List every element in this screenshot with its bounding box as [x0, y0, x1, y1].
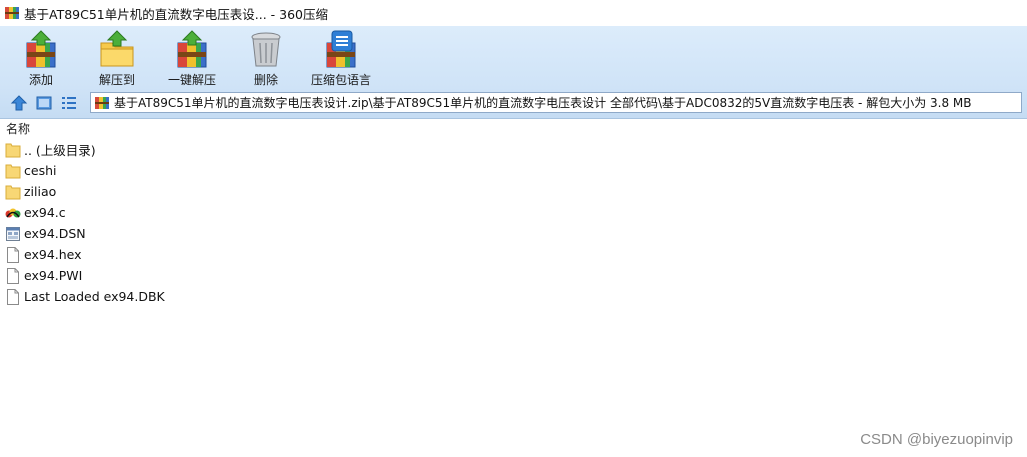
delete-button[interactable]: 删除	[246, 26, 286, 88]
file-name: ceshi	[24, 163, 57, 178]
file-name: Last Loaded ex94.DBK	[24, 289, 165, 304]
path-field[interactable]: 基于AT89C51单片机的直流数字电压表设计.zip\基于AT89C51单片机的…	[90, 92, 1022, 113]
add-archive-icon	[26, 30, 56, 68]
extract-to-icon	[100, 30, 134, 67]
folder-icon	[5, 143, 21, 157]
extract-to-label: 解压到	[98, 73, 135, 87]
archive-language-icon	[326, 30, 356, 68]
archive-language-label: 压缩包语言	[310, 73, 371, 87]
add-label: 添加	[28, 73, 53, 87]
zip-archive-icon	[95, 96, 109, 109]
delete-bin-icon	[251, 32, 281, 67]
list-item-folder[interactable]: ceshi	[0, 160, 1027, 181]
toolbar: 添加 解压到 一键解压 删除 压缩包语言	[0, 26, 1027, 88]
path-text: 基于AT89C51单片机的直流数字电压表设计.zip\基于AT89C51单片机的…	[114, 96, 972, 110]
folder-icon	[5, 185, 21, 199]
archive-language-button[interactable]: 压缩包语言	[308, 26, 374, 88]
blank-file-icon	[7, 246, 19, 263]
one-click-extract-icon	[177, 30, 207, 68]
list-item-file[interactable]: ex94.DSN	[0, 223, 1027, 244]
file-name: ex94.c	[24, 205, 66, 220]
list-view-icon[interactable]	[60, 94, 78, 112]
c-source-file-icon	[5, 208, 21, 217]
folder-icon	[5, 164, 21, 178]
list-item-file[interactable]: ex94.c	[0, 202, 1027, 223]
window-title: 基于AT89C51单片机的直流数字电压表设... - 360压缩	[24, 6, 328, 22]
thumbnail-view-icon[interactable]	[35, 94, 53, 112]
delete-label: 删除	[253, 73, 278, 87]
file-name: ex94.hex	[24, 247, 82, 262]
file-name: .. (上级目录)	[24, 143, 96, 158]
blank-file-icon	[7, 267, 19, 284]
title-bar: 基于AT89C51单片机的直流数字电压表设... - 360压缩	[0, 0, 1027, 26]
add-button[interactable]: 添加	[20, 26, 62, 88]
archive-app-icon	[5, 7, 19, 19]
name-column-header[interactable]: 名称	[6, 120, 30, 137]
file-name: ziliao	[24, 184, 57, 199]
one-click-extract-label: 一键解压	[167, 73, 216, 87]
list-item-file[interactable]: ex94.PWI	[0, 265, 1027, 286]
list-item-file[interactable]: ex94.hex	[0, 244, 1027, 265]
extract-to-button[interactable]: 解压到	[94, 26, 140, 88]
list-item-folder[interactable]: ziliao	[0, 181, 1027, 202]
blank-file-icon	[7, 288, 19, 305]
one-click-extract-button[interactable]: 一键解压	[164, 26, 220, 88]
file-name: ex94.DSN	[24, 226, 86, 241]
file-list: .. (上级目录) ceshi ziliao ex94.c ex94.DSN e…	[0, 139, 1027, 307]
up-arrow-icon[interactable]	[10, 94, 28, 112]
file-name: ex94.PWI	[24, 268, 83, 283]
dsn-file-icon	[6, 226, 20, 241]
list-item-file[interactable]: Last Loaded ex94.DBK	[0, 286, 1027, 307]
watermark: CSDN @biyezuopinvip	[860, 431, 1013, 448]
column-header: 名称	[0, 119, 1027, 138]
list-item-parent-directory[interactable]: .. (上级目录)	[0, 139, 1027, 160]
address-bar: 基于AT89C51单片机的直流数字电压表设计.zip\基于AT89C51单片机的…	[0, 88, 1027, 119]
